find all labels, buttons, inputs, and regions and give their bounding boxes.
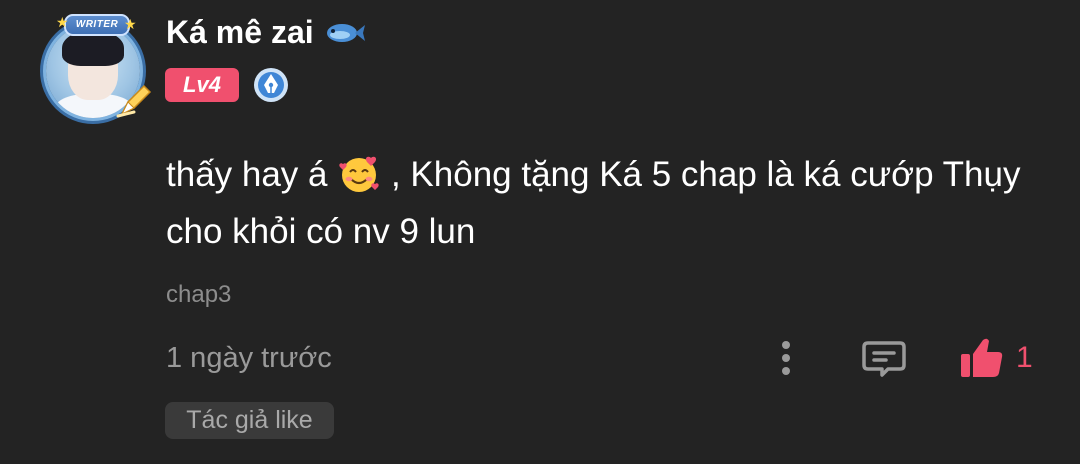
quill-pen-icon	[116, 84, 152, 118]
smiling-face-with-hearts-icon	[339, 156, 379, 192]
author-name[interactable]: Ká mê zai	[166, 14, 314, 51]
level-badge: Lv4	[165, 68, 239, 102]
like-count: 1	[1016, 341, 1033, 374]
avatar[interactable]: WRITER ★ ★	[36, 12, 152, 122]
author-liked-badge: Tác giả like	[165, 402, 334, 439]
fish-icon	[326, 23, 365, 42]
comment-card: WRITER ★ ★ Ká mê zai Lv4 thấy hay á , Kh…	[0, 0, 1080, 464]
author-name-row[interactable]: Ká mê zai	[166, 14, 366, 51]
chapter-label[interactable]: chap3	[166, 281, 231, 309]
like-button[interactable]: 1	[958, 334, 1033, 382]
thumbs-up-icon	[961, 338, 1003, 377]
comment-text-part1: thấy hay á	[166, 155, 328, 194]
avatar-frame-label: WRITER	[64, 14, 130, 36]
pen-nib-badge-icon	[254, 68, 288, 102]
star-icon: ★	[124, 16, 137, 32]
comment-reply-icon[interactable]	[860, 337, 908, 381]
star-icon: ★	[56, 14, 69, 30]
comment-timestamp: 1 ngày trước	[166, 342, 332, 374]
more-vertical-icon[interactable]	[774, 336, 798, 380]
comment-body: thấy hay á , Không tặng Ká 5 chap là ká …	[166, 146, 1046, 260]
